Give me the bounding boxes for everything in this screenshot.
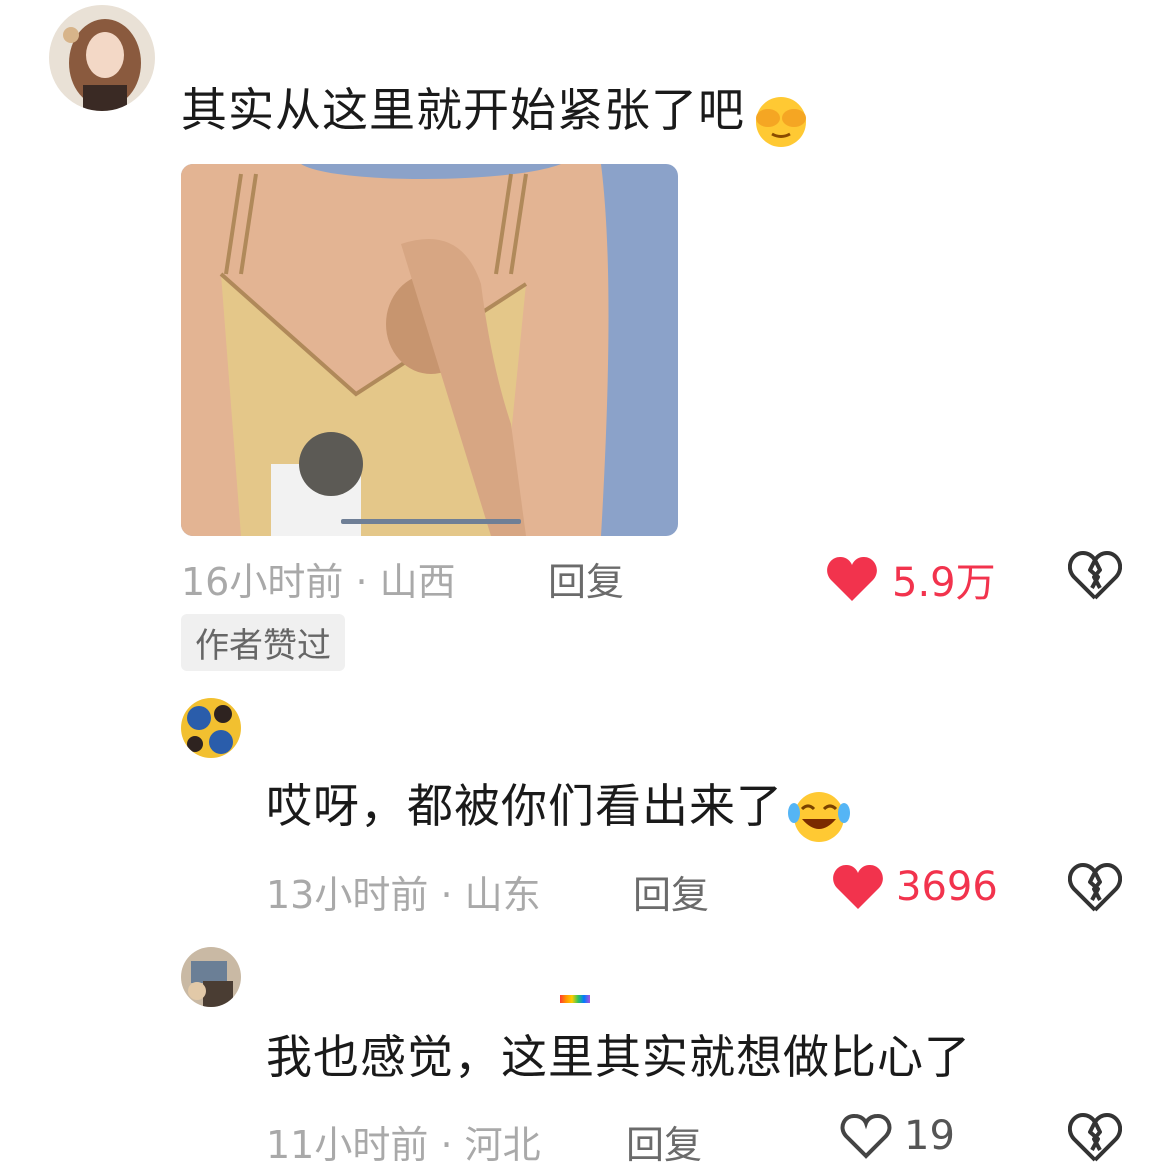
- comment-meta-3: 11小时前 · 河北: [266, 1123, 541, 1167]
- heart-outline-icon: [840, 1114, 892, 1159]
- rainbow-badge-icon: [560, 995, 590, 1003]
- attached-photo[interactable]: [181, 164, 678, 536]
- broken-heart-icon: [1067, 551, 1123, 600]
- avatar[interactable]: [181, 698, 241, 758]
- reply-button[interactable]: 回复: [633, 864, 709, 919]
- comment-text-3: 我也感觉，这里其实就想做比心了: [266, 1030, 971, 1084]
- reply-button[interactable]: 回复: [626, 1114, 702, 1169]
- comment-text-2: 哎呀，都被你们看出来了: [266, 776, 851, 849]
- comment-text-1: 其实从这里就开始紧张了吧: [181, 80, 812, 152]
- avatar[interactable]: [181, 947, 241, 1007]
- like-button[interactable]: 5.9万: [826, 550, 996, 608]
- comment-meta-1: 16小时前 · 山西: [181, 560, 456, 604]
- broken-heart-icon: [1067, 1113, 1123, 1162]
- broken-heart-icon: [1067, 863, 1123, 912]
- dislike-button[interactable]: [1067, 550, 1123, 606]
- laughing-crying-emoji: [788, 787, 851, 849]
- heart-filled-icon: [833, 864, 883, 909]
- like-button[interactable]: 3696: [832, 863, 998, 911]
- dislike-button[interactable]: [1067, 862, 1123, 918]
- avatar[interactable]: [49, 5, 155, 111]
- reply-button[interactable]: 回复: [548, 551, 624, 606]
- author-liked-badge: 作者赞过: [181, 614, 345, 671]
- like-count: 3696: [896, 864, 998, 910]
- heart-filled-icon: [827, 556, 877, 601]
- like-count: 5.9万: [892, 560, 996, 606]
- hiding-face-emoji: [750, 92, 812, 152]
- like-count: 19: [904, 1113, 955, 1159]
- like-button[interactable]: 19: [840, 1112, 955, 1160]
- dislike-button[interactable]: [1067, 1112, 1123, 1168]
- comment-meta-2: 13小时前 · 山东: [266, 873, 541, 917]
